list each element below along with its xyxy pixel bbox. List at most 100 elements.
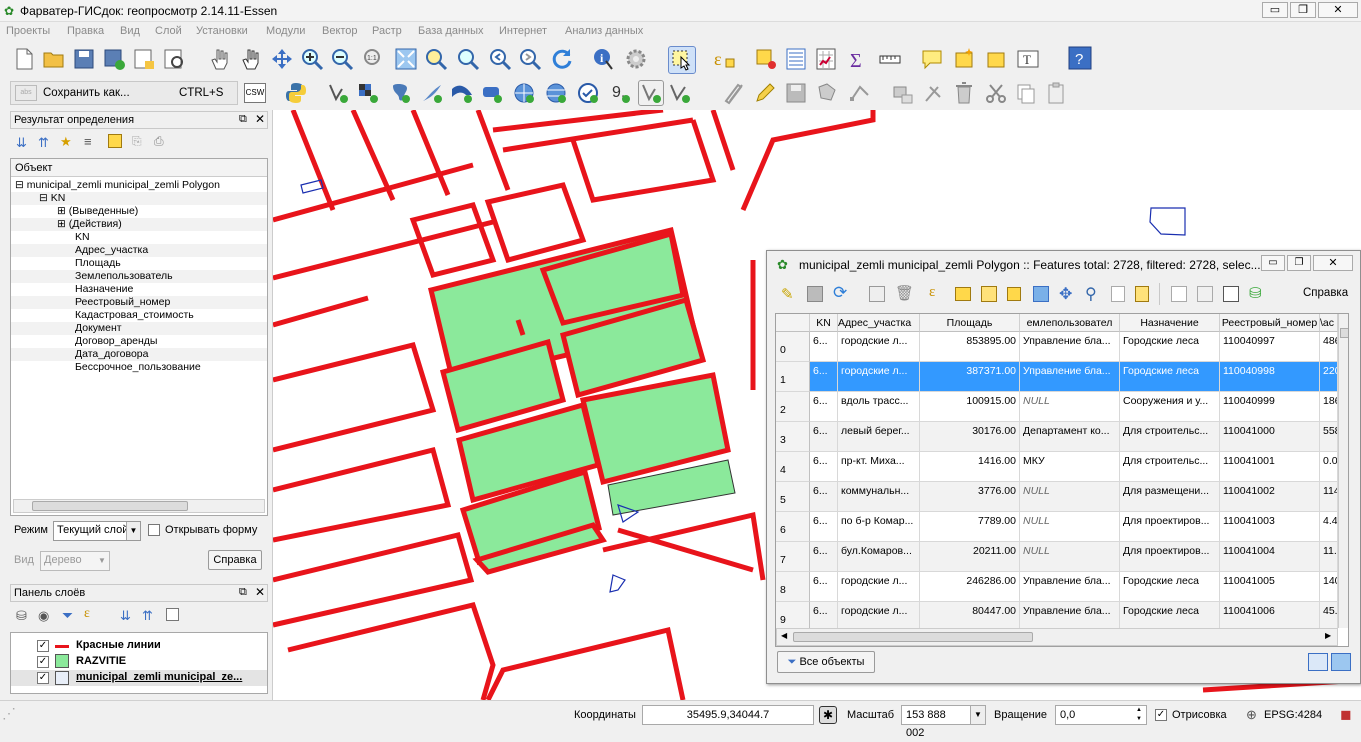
add-wms-layer-icon[interactable] xyxy=(512,81,536,105)
select-all-icon[interactable] xyxy=(955,287,971,301)
maximize-button[interactable]: ❐ xyxy=(1290,2,1316,18)
zoom-to-layer-icon[interactable] xyxy=(456,47,480,71)
visibility-eye-icon[interactable]: ◉ xyxy=(38,608,49,624)
table-cell-cost[interactable]: 114 xyxy=(1320,482,1338,512)
table-cell-reg[interactable]: 110041004 xyxy=(1220,542,1320,572)
collapse-all-icon[interactable]: ⇈ xyxy=(142,608,153,624)
table-cell-cost[interactable]: 186 xyxy=(1320,392,1338,422)
menu-settings[interactable]: Установки xyxy=(196,25,248,37)
spin-up-icon[interactable]: ▲ xyxy=(1132,706,1146,715)
deselect-all-icon[interactable] xyxy=(1007,287,1021,301)
vertex-tool-icon[interactable] xyxy=(848,81,872,105)
vertical-scrollbar[interactable] xyxy=(1338,314,1348,628)
zoom-in-icon[interactable] xyxy=(300,47,324,71)
layout-manager-icon[interactable] xyxy=(162,47,186,71)
table-cell-reg[interactable]: 110040999 xyxy=(1220,392,1320,422)
open-project-icon[interactable] xyxy=(42,47,66,71)
add-virtual-layer-icon[interactable] xyxy=(638,80,664,106)
table-cell-area[interactable]: 246286.00 xyxy=(920,572,1020,602)
field-calculator-icon[interactable] xyxy=(814,47,838,71)
conditional-formatting-icon[interactable]: ⛁ xyxy=(1249,284,1262,302)
column-header-purpose[interactable]: Назначение xyxy=(1120,314,1220,332)
close-panel-icon[interactable]: ✕ xyxy=(255,112,265,126)
new-layer-icon[interactable] xyxy=(668,81,692,105)
tree-kn-node[interactable]: ⊟ KN xyxy=(11,192,267,205)
add-feature-icon[interactable] xyxy=(869,286,885,302)
table-cell-purpose[interactable]: Сооружения и у... xyxy=(1120,392,1220,422)
table-cell-kn[interactable]: 6... xyxy=(810,332,838,362)
layer-styling-icon[interactable]: ⛁ xyxy=(16,608,27,624)
delete-selected-icon[interactable] xyxy=(952,81,976,105)
tree-actions-node[interactable]: ⊞ (Действия) xyxy=(11,218,267,231)
table-cell-cost[interactable]: 0.0 xyxy=(1320,452,1338,482)
tree-root-layer[interactable]: ⊟ municipal_zemli municipal_zemli Polygo… xyxy=(15,179,265,192)
table-cell-area[interactable]: 100915.00 xyxy=(920,392,1020,422)
row-number[interactable]: 8 xyxy=(776,572,810,602)
table-cell-kn[interactable]: 6... xyxy=(810,602,838,628)
crs-globe-icon[interactable]: ⊕ xyxy=(1246,707,1257,723)
add-wcs-layer-icon[interactable] xyxy=(544,81,568,105)
new-project-icon[interactable] xyxy=(12,47,36,71)
form-view-icon[interactable] xyxy=(1331,653,1351,671)
expand-all-icon[interactable]: ⇊ xyxy=(120,608,131,624)
zoom-to-selection-icon[interactable] xyxy=(424,47,448,71)
tree-field[interactable]: Бессрочное_пользование xyxy=(75,361,201,374)
show-bookmarks-icon[interactable] xyxy=(984,47,1008,71)
row-number[interactable]: 5 xyxy=(776,482,810,512)
tree-derived-node[interactable]: ⊞ (Выведенные) xyxy=(57,205,138,218)
table-cell-area[interactable]: 80447.00 xyxy=(920,602,1020,628)
table-row[interactable]: 9 6... городские л... 80447.00 Управление бл… xyxy=(776,602,1338,628)
table-cell-kn[interactable]: 6... xyxy=(810,482,838,512)
table-cell-user[interactable]: NULL xyxy=(1020,392,1120,422)
table-cell-kn[interactable]: 6... xyxy=(810,422,838,452)
row-number[interactable]: 7 xyxy=(776,542,810,572)
row-number[interactable]: 1 xyxy=(776,362,810,392)
layer-visibility-checkbox[interactable]: ✓ xyxy=(37,672,49,684)
table-row[interactable]: 0 6... городские л... 853895.00 Управление б… xyxy=(776,332,1338,362)
float-panel-icon[interactable]: ⧉ xyxy=(239,586,247,599)
table-cell-purpose[interactable]: Для проектиров... xyxy=(1120,512,1220,542)
tree-field[interactable]: Кадастровая_стоимость xyxy=(75,309,194,322)
save-layer-edits-icon[interactable] xyxy=(784,81,808,105)
tree-field[interactable]: Реестровый_номер xyxy=(11,296,267,309)
layer-razvitie[interactable]: RAZVITIE xyxy=(76,655,126,667)
zoom-next-icon[interactable] xyxy=(518,47,542,71)
cut-features-icon[interactable] xyxy=(984,81,1008,105)
menu-edit[interactable]: Правка xyxy=(67,25,104,37)
spin-down-icon[interactable]: ▼ xyxy=(1132,715,1146,724)
table-row[interactable]: 7 6... бул.Комаров... 20211.00 NULL Для проек… xyxy=(776,542,1338,572)
table-cell-purpose[interactable]: Городские леса xyxy=(1120,362,1220,392)
table-cell-purpose[interactable]: Для строительс... xyxy=(1120,452,1220,482)
row-number[interactable]: 6 xyxy=(776,512,810,542)
menu-database[interactable]: База данных xyxy=(418,25,484,37)
pan-to-selection-icon[interactable] xyxy=(270,47,294,71)
table-cell-user[interactable]: Управление бла... xyxy=(1020,572,1120,602)
select-features-icon[interactable] xyxy=(668,46,696,74)
add-feature-icon[interactable] xyxy=(816,81,840,105)
table-cell-purpose[interactable]: Для размещени... xyxy=(1120,482,1220,512)
rotation-spinbox[interactable]: 0,0 ▲ ▼ xyxy=(1055,705,1147,725)
table-cell-reg[interactable]: 110041003 xyxy=(1220,512,1320,542)
run-action-icon[interactable] xyxy=(624,47,648,71)
table-cell-reg[interactable]: 110041006 xyxy=(1220,602,1320,628)
csw-button[interactable]: CSW xyxy=(244,83,266,103)
menu-projects[interactable]: Проекты xyxy=(6,25,50,37)
table-cell-area[interactable]: 7789.00 xyxy=(920,512,1020,542)
table-cell-cost[interactable]: 4.4 xyxy=(1320,512,1338,542)
row-number[interactable]: 0 xyxy=(776,332,810,362)
scrollbar-thumb[interactable] xyxy=(32,501,188,511)
add-spatialite-layer-icon[interactable] xyxy=(420,81,444,105)
current-edits-icon[interactable] xyxy=(722,81,746,105)
identify-icon[interactable]: i xyxy=(592,47,616,71)
collapse-all-icon[interactable]: ⇈ xyxy=(38,135,49,151)
table-cell-user[interactable]: Управление бла... xyxy=(1020,332,1120,362)
field-calculator-icon[interactable] xyxy=(1223,286,1239,302)
table-cell-user[interactable]: Департамент ко... xyxy=(1020,422,1120,452)
close-button[interactable]: ✕ xyxy=(1313,255,1353,271)
column-header-registry-number[interactable]: Реестровый_номер xyxy=(1220,314,1320,332)
zoom-to-selected-icon[interactable]: ⚲ xyxy=(1085,284,1097,304)
add-raster-layer-icon[interactable] xyxy=(356,81,380,105)
scroll-left-icon[interactable]: ◀ xyxy=(781,631,787,640)
save-project-icon[interactable] xyxy=(72,47,96,71)
expand-icon[interactable]: ⊞ xyxy=(57,218,66,230)
